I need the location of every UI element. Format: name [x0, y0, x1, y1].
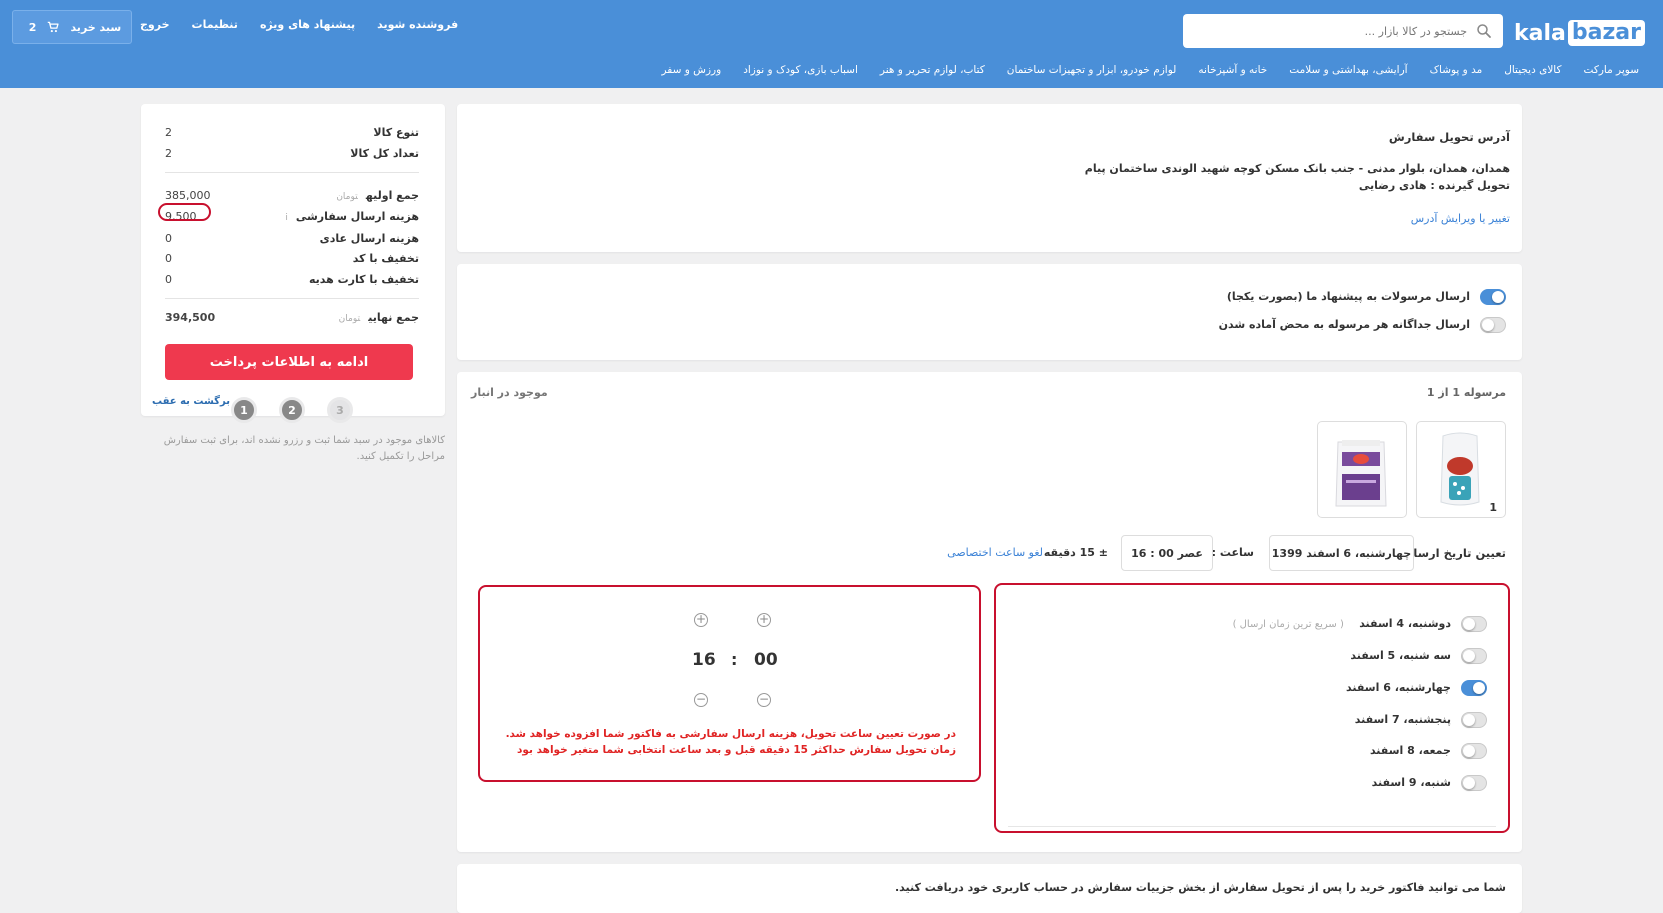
product-image-1[interactable]: 1: [1416, 421, 1506, 518]
summary-normal-shipping-row: هزینه ارسال عادی 0: [165, 231, 419, 245]
day-toggle-4[interactable]: [1461, 712, 1487, 728]
category-nav: سوپر مارکت کالای دیجیتال مد و پوشاک آرای…: [662, 64, 1639, 76]
subtotal-value: 385,000: [165, 188, 211, 202]
cat-supermarket[interactable]: سوپر مارکت: [1584, 64, 1639, 76]
invoice-note-card: شما می توانید فاکتور خرید را پس از تحویل…: [457, 864, 1522, 913]
top-links: فروشنده شوید پیشنهاد های ویژه تنظیمات خر…: [140, 18, 458, 38]
logo-badge: bazar: [1567, 20, 1645, 46]
variety-value: 2: [165, 125, 172, 139]
count-value: 2: [165, 146, 172, 160]
cart-label: سبد خرید: [70, 20, 122, 34]
day-toggle-3[interactable]: [1461, 680, 1487, 696]
cat-books-art[interactable]: کتاب، لوازم تحریر و هنر: [880, 64, 985, 76]
day-toggle-1[interactable]: [1461, 616, 1487, 632]
cat-sports-travel[interactable]: ورزش و سفر: [662, 64, 722, 76]
ship-time-field[interactable]: 16 : 00 عصر: [1121, 535, 1213, 571]
summary-code-discount-row: تخفیف با کد 0: [165, 251, 419, 265]
day-toggle-6[interactable]: [1461, 775, 1487, 791]
minute-decrement-button[interactable]: −: [757, 693, 771, 707]
cart-icon: [48, 21, 60, 33]
parcel-title: مرسوله 1 از 1: [1426, 386, 1506, 399]
info-icon[interactable]: i: [285, 213, 288, 223]
product-image-2[interactable]: [1317, 421, 1407, 518]
cat-automotive-tools[interactable]: لوازم خودرو، ابزار و تجهیزات ساختمان: [1007, 64, 1177, 76]
continue-to-payment-button[interactable]: ادامه به اطلاعات پرداخت: [165, 344, 413, 380]
cat-toys-baby[interactable]: اسباب بازی، کودک و نوزاد: [743, 64, 858, 76]
address-card: آدرس تحویل سفارش همدان، همدان، بلوار مدن…: [457, 104, 1522, 252]
summary-count-row: تعداد کل کالا 2: [165, 146, 419, 160]
day-label-6: شنبه، 9 اسفند: [1371, 776, 1451, 789]
cart-reservation-note: کالاهای موجود در سبد شما ثبت و رزرو نشده…: [163, 435, 445, 462]
day-label-2: سه شنبه، 5 اسفند: [1350, 649, 1451, 662]
summary-variety-row: تنوع کالا 2: [165, 125, 419, 139]
ship-time-label: ساعت :: [1211, 546, 1254, 559]
search-box: [1183, 14, 1503, 48]
logout-link[interactable]: خروج: [140, 18, 170, 38]
hour-decrement-button[interactable]: −: [694, 693, 708, 707]
cancel-custom-time-link[interactable]: لغو ساعت اختصاصی: [947, 546, 1043, 559]
cat-beauty[interactable]: آرایشی، بهداشتی و سلامت: [1289, 64, 1407, 76]
custom-time-warning-1: در صورت تعیین ساعت تحویل، هزینه ارسال سف…: [505, 728, 956, 740]
step-3: 3: [327, 397, 353, 423]
address-recipient: تحویل گیرنده : هادی رضایی: [1358, 179, 1510, 192]
back-link[interactable]: برگشت به عقب: [152, 396, 230, 407]
day-label-4: پنجشنبه، 7 اسفند: [1354, 713, 1451, 726]
summary-divider: [165, 172, 419, 173]
combined-shipping-toggle[interactable]: [1480, 289, 1506, 305]
cat-fashion[interactable]: مد و پوشاک: [1430, 64, 1483, 76]
summary-gift-discount-row: تخفیف با کارت هدیه 0: [165, 272, 419, 286]
stock-status: موجود در انبار: [471, 386, 548, 399]
order-summary-card: تنوع کالا 2 تعداد کل کالا 2 جمع اولیهتوم…: [141, 104, 445, 416]
cart-count: 2: [28, 20, 37, 34]
shipping-options-card: ارسال مرسولات به پیشنهاد ما (بصورت یکجا)…: [457, 264, 1522, 360]
search-icon[interactable]: [1475, 22, 1493, 40]
address-title: آدرس تحویل سفارش: [1388, 130, 1510, 144]
hour-increment-button[interactable]: +: [694, 613, 708, 627]
day-label-1: دوشنبه، 4 اسفند ( سریع ترین زمان ارسال ): [1232, 617, 1451, 630]
parcel-card: مرسوله 1 از 1 موجود در انبار 1 تعیین تار…: [457, 372, 1522, 852]
day-label-5: جمعه، 8 اسفند: [1369, 744, 1451, 757]
special-offers-link[interactable]: پیشنهاد های ویژه: [260, 18, 355, 38]
day-toggle-5[interactable]: [1461, 743, 1487, 759]
total-value: 394,500: [165, 310, 216, 324]
edit-address-link[interactable]: تغییر یا ویرایش آدرس: [1411, 212, 1510, 225]
ship-date-field[interactable]: چهارشنبه، 6 اسفند 1399: [1269, 535, 1414, 571]
step-1: 1: [231, 397, 257, 423]
step-2: 2: [279, 397, 305, 423]
custom-shipping-highlight: [158, 203, 211, 221]
custom-time-warning-2: زمان تحویل سفارش حداکثر 15 دقیقه قبل و ب…: [517, 744, 956, 756]
cat-home-kitchen[interactable]: خانه و آشپزخانه: [1198, 64, 1267, 76]
invoice-note: شما می توانید فاکتور خرید را پس از تحویل…: [895, 881, 1506, 894]
minute-value: 00: [754, 650, 778, 670]
ship-time-value: 16 : 00 عصر: [1131, 546, 1203, 560]
separate-shipping-toggle[interactable]: [1480, 317, 1506, 333]
time-tolerance: ± 15 دقیقه: [1043, 546, 1108, 559]
cat-digital[interactable]: کالای دیجیتال: [1504, 64, 1561, 76]
address-line: همدان، همدان، بلوار مدنی - جنب بانک مسکن…: [1084, 162, 1510, 175]
day-toggle-2[interactable]: [1461, 648, 1487, 664]
summary-total-row: جمع نهاییتومان 394,500: [165, 310, 419, 324]
summary-divider: [165, 298, 419, 299]
time-separator: :: [731, 650, 738, 669]
hour-value: 16: [692, 650, 716, 670]
separate-shipping-label: ارسال جداگانه هر مرسوله به محض آماده شدن: [1218, 318, 1470, 331]
rice-bag-icon: [1335, 440, 1387, 507]
combined-shipping-label: ارسال مرسولات به پیشنهاد ما (بصورت یکجا): [1226, 290, 1470, 303]
search-input[interactable]: [1193, 24, 1467, 38]
logo[interactable]: kala bazar: [1514, 20, 1645, 46]
minute-increment-button[interactable]: +: [757, 613, 771, 627]
header: kala bazar فروشنده شوید پیشنهاد های ویژه…: [0, 0, 1663, 88]
product-qty-badge: 1: [1489, 501, 1497, 514]
cart-button[interactable]: سبد خرید 2: [12, 10, 132, 44]
settings-link[interactable]: تنظیمات: [192, 18, 238, 38]
summary-subtotal-row: جمع اولیهتومان 385,000: [165, 188, 419, 202]
logo-text: kala: [1514, 20, 1566, 46]
day-label-3: چهارشنبه، 6 اسفند: [1346, 681, 1451, 694]
fastest-time-note: ( سریع ترین زمان ارسال ): [1232, 619, 1344, 630]
become-seller-link[interactable]: فروشنده شوید: [377, 18, 458, 38]
